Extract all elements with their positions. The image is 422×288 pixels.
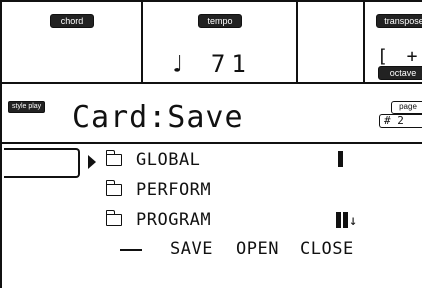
folder-name: PROGRAM: [136, 210, 212, 230]
transpose-value[interactable]: [ +: [377, 46, 422, 67]
mode-badge: style play: [8, 101, 46, 113]
page-title: Card:Save: [72, 100, 244, 135]
save-button[interactable]: SAVE: [170, 239, 213, 259]
octave-label: octave: [378, 66, 422, 80]
cursor-arrow-icon: [88, 155, 96, 169]
tempo-value[interactable]: ♩ 71: [170, 50, 252, 78]
title-divider: [2, 142, 422, 144]
close-button[interactable]: CLOSE: [300, 239, 354, 259]
selection-marker: [343, 212, 348, 228]
selection-marker: [336, 212, 341, 228]
header-divider: [2, 82, 422, 84]
lcd-screen: chord tempo ♩ 71 transpose [ + octave st…: [0, 0, 422, 288]
scroll-down-icon[interactable]: ↓: [349, 213, 357, 229]
page-number: # 2: [379, 114, 422, 128]
bank-selector[interactable]: [4, 148, 80, 178]
transpose-label: transpose: [376, 14, 422, 28]
folder-name: GLOBAL: [136, 150, 201, 170]
folder-icon: [105, 180, 122, 196]
dash-button[interactable]: [120, 249, 142, 251]
folder-icon: [105, 150, 122, 166]
header-sep-1: [141, 2, 143, 82]
open-button[interactable]: OPEN: [236, 239, 279, 259]
folder-name: PERFORM: [136, 180, 212, 200]
list-item-global[interactable]: GLOBAL: [105, 150, 366, 172]
folder-icon: [105, 210, 122, 226]
page-tag: page: [391, 101, 422, 114]
list-item-program[interactable]: PROGRAM: [105, 210, 366, 232]
list-item-perform[interactable]: PERFORM: [105, 180, 366, 202]
selection-marker: [338, 151, 343, 167]
chord-label: chord: [50, 14, 94, 28]
header-sep-2: [296, 2, 298, 82]
header-sep-3: [363, 2, 365, 82]
tempo-label: tempo: [198, 14, 242, 28]
